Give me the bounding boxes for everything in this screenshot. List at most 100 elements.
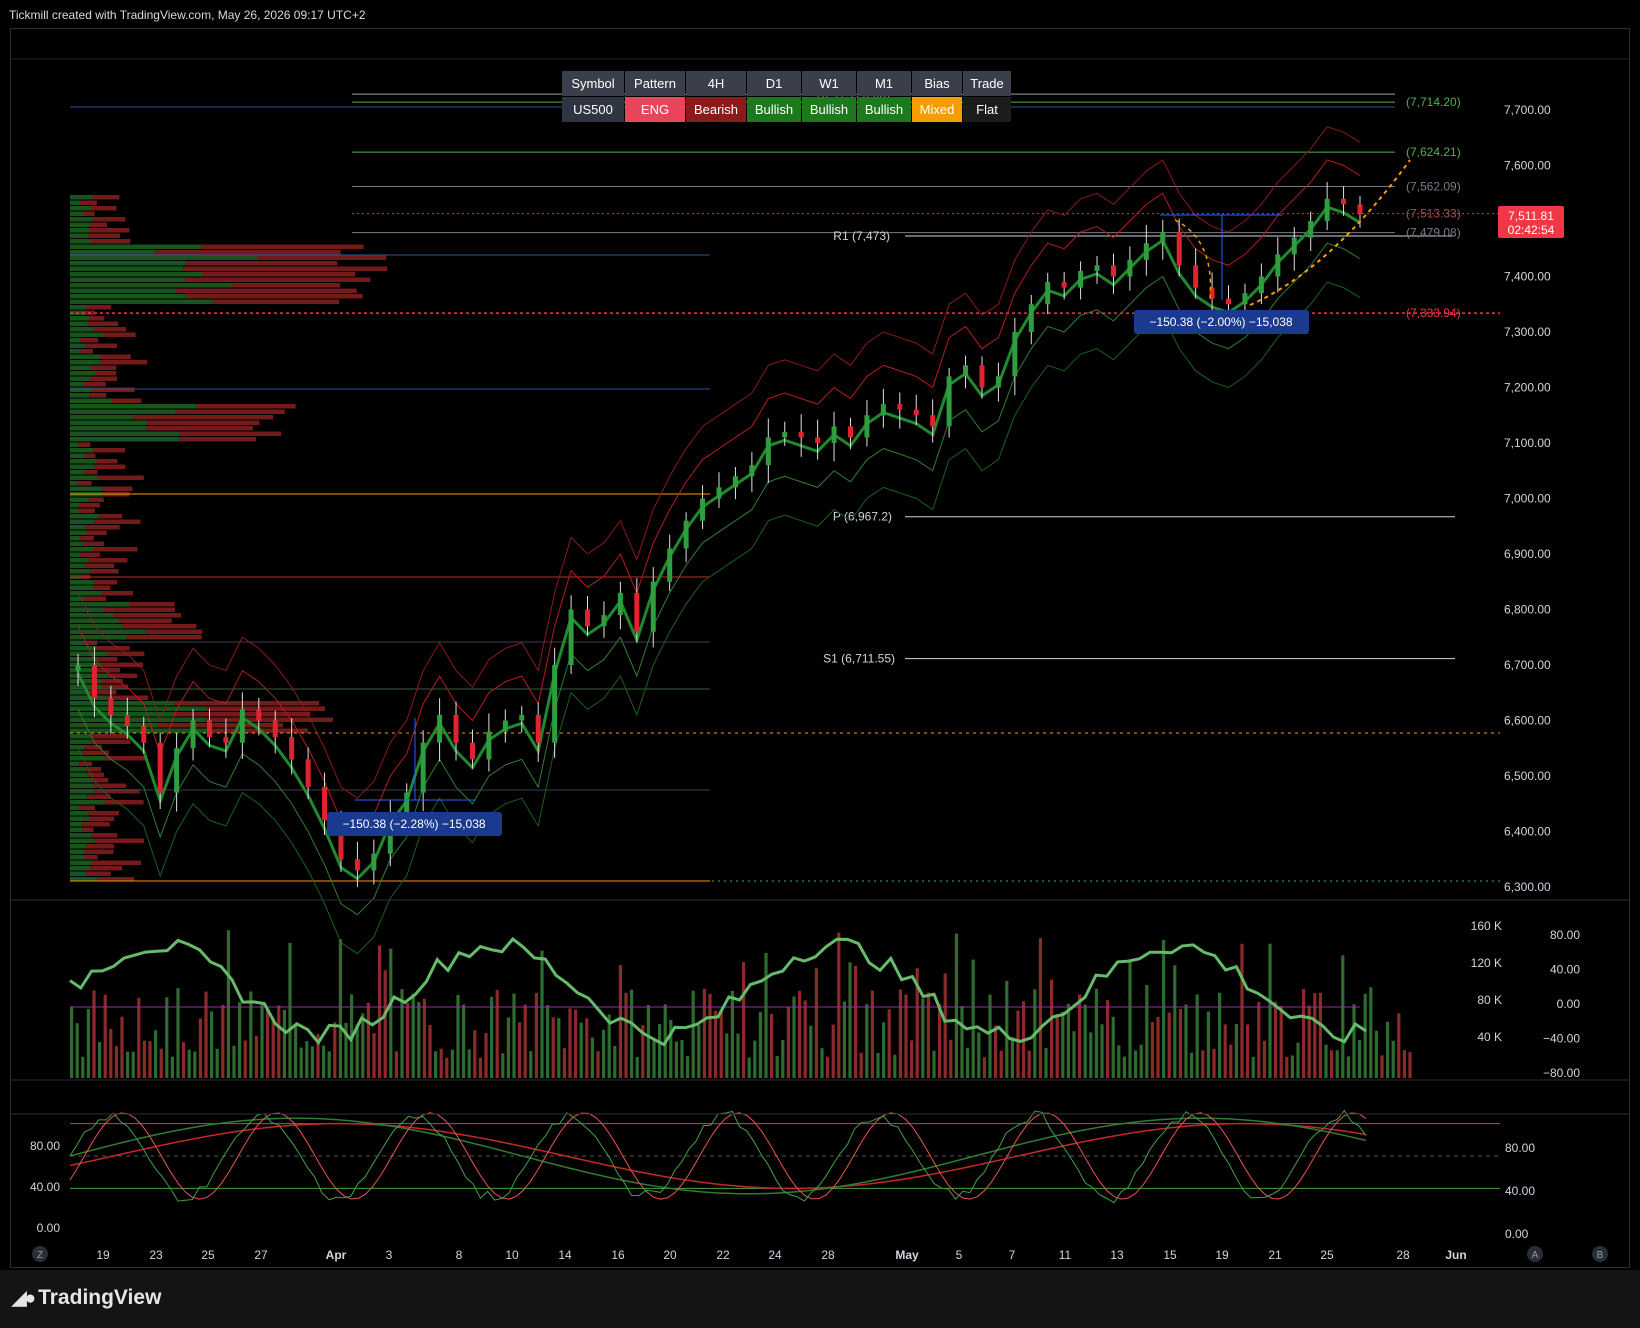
volume-profile-bar	[70, 371, 96, 376]
volume-profile-bar	[70, 228, 90, 233]
volume-bar	[534, 992, 538, 1078]
volume-bar	[1386, 1021, 1390, 1078]
pivot-label: R1 (7,473)	[833, 229, 890, 243]
dashboard-value-7: Flat	[963, 97, 1011, 122]
volume-bar	[1212, 1048, 1216, 1078]
level-price-label: (7,479.08)	[1406, 226, 1461, 240]
volume-bar	[1122, 1056, 1126, 1078]
volume-bar	[725, 1033, 729, 1078]
horizontal-levels: (7,714.20) (7,624.21) (7,562.09) (7,513.33)…	[70, 87, 1500, 882]
volume-bar	[1027, 1050, 1031, 1078]
volume-profile-bar	[70, 277, 186, 282]
volume-bar	[254, 1035, 258, 1078]
volume-profile-bar	[70, 420, 148, 425]
momentum-tick-label: −40.00	[1543, 1032, 1580, 1046]
candle-body	[1308, 221, 1314, 238]
price-tick-label: 6,900.00	[1504, 547, 1551, 561]
volume-profile-bar	[186, 294, 363, 299]
candle-body	[568, 609, 574, 665]
volume-profile-bar	[70, 288, 177, 293]
volume-profile-bar	[90, 365, 117, 370]
volume-profile-bar	[93, 585, 111, 590]
osc-tick-label-right: 40.00	[1505, 1184, 1535, 1198]
volume-bar	[70, 1007, 74, 1078]
volume-profile-bar	[90, 866, 123, 871]
volume-bar	[1050, 979, 1054, 1078]
volume-bar	[887, 1009, 891, 1078]
candle-body	[585, 609, 591, 627]
volume-bar	[809, 1025, 813, 1078]
volume-profile-bar	[86, 530, 107, 535]
candle-body	[108, 698, 114, 715]
volume-bar	[674, 1041, 678, 1078]
volume-profile-bar	[70, 514, 99, 519]
volume-bar	[977, 1032, 981, 1078]
tradingview-logo[interactable]: ◢● TradingView	[12, 1286, 161, 1310]
price-tick-label: 7,400.00	[1504, 270, 1551, 284]
volume-bar	[613, 1045, 617, 1078]
candle-body	[502, 720, 508, 732]
volume-bar	[1358, 1039, 1362, 1078]
volume-bar	[574, 1009, 578, 1078]
volume-profile-bar	[70, 849, 84, 854]
volume-bar	[1352, 1004, 1356, 1078]
volume-bar	[198, 1018, 202, 1078]
volume-profile-bar	[70, 266, 184, 271]
volume-profile-bar	[88, 811, 120, 816]
candle-body	[1357, 204, 1363, 215]
volume-profile-bar	[70, 244, 202, 249]
volume-bar	[518, 1022, 522, 1078]
candle-body	[667, 548, 673, 582]
volume-profile-bar	[80, 338, 99, 343]
axis-corner-button-label: A	[1532, 1250, 1539, 1261]
volume-bar	[1206, 1011, 1210, 1078]
volume-bar	[854, 965, 858, 1078]
volume-bar	[450, 1049, 454, 1078]
volume-profile-bar	[70, 349, 80, 354]
time-axis[interactable]: 19 23 25 27 Apr 3 8 10 14 16 20 22 24 28 May 5 7 11 13 15 19…	[32, 1246, 1608, 1262]
time-tick-label: 27	[254, 1248, 268, 1262]
chart-canvas[interactable]: (7,714.20) (7,624.21) (7,562.09) (7,513.33)…	[0, 0, 1640, 1270]
candle-body	[1275, 254, 1281, 277]
volume-profile-bar	[70, 464, 95, 469]
volume-bar	[114, 1046, 118, 1078]
volume-bar	[635, 1056, 639, 1078]
volume-profile-bar	[96, 646, 130, 651]
volume-profile-bar	[88, 558, 128, 563]
volume-bar	[1100, 1024, 1104, 1078]
candle-body	[206, 720, 212, 738]
volume-bar	[310, 1046, 314, 1078]
volume-bar	[1156, 1016, 1160, 1078]
volume-bar	[764, 952, 768, 1078]
volume-bar	[1223, 1024, 1227, 1078]
volume-bar	[786, 1006, 790, 1078]
dashboard-value-4: Bullish	[802, 97, 856, 122]
volume-bar	[305, 1041, 309, 1078]
volume-profile-bar	[103, 607, 175, 612]
volume-bar	[204, 991, 208, 1078]
volume-profile-bar	[70, 690, 85, 695]
volume-profile-bar	[70, 250, 156, 255]
volume-profile-bar	[101, 679, 123, 684]
volume-bar	[1240, 943, 1244, 1078]
volume-profile	[70, 195, 388, 882]
volume-bar	[159, 1048, 163, 1078]
volume-profile-bar	[88, 497, 104, 502]
lower-band	[77, 242, 1361, 916]
volume-bar	[1134, 1050, 1138, 1078]
candle-body	[1176, 232, 1182, 266]
volume-profile-bar	[70, 772, 88, 777]
volume-profile-bar	[70, 475, 98, 480]
price-tick-label: 7,600.00	[1504, 159, 1551, 173]
volume-bar	[994, 1025, 998, 1078]
volume-bar	[652, 1037, 656, 1078]
volume-bar	[422, 998, 426, 1078]
price-tick-label: 7,300.00	[1504, 325, 1551, 339]
candle-body	[354, 859, 360, 871]
volume-profile-bar	[70, 552, 79, 557]
volume-profile-bar	[70, 844, 87, 849]
price-axis[interactable]: 7,700.007,600.007,500.007,400.007,300.00…	[1498, 103, 1564, 894]
candle-body	[880, 404, 886, 416]
level-price-label: (7,513.33)	[1406, 207, 1461, 221]
candle-body	[700, 498, 706, 521]
